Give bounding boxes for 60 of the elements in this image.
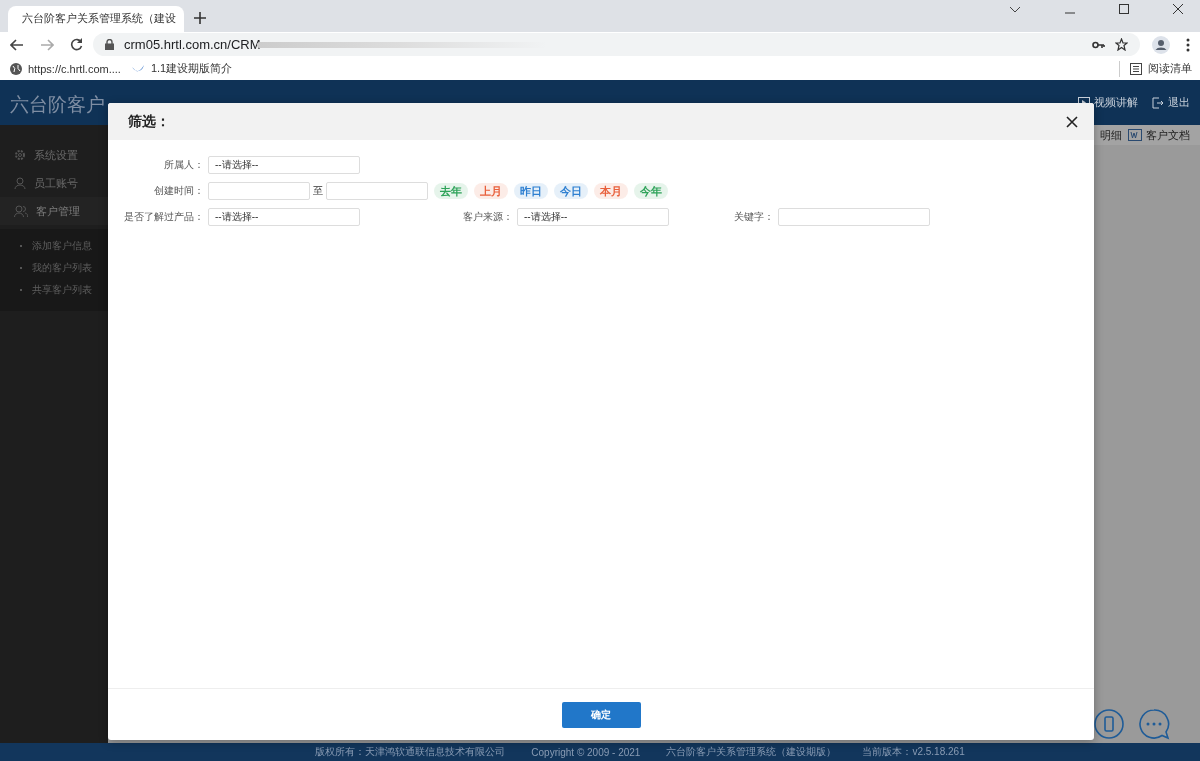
quick-date-chip[interactable]: 昨日 (514, 183, 548, 199)
owner-select[interactable]: --请选择-- (208, 156, 360, 174)
field-label: 是否了解过产品： (123, 210, 204, 224)
range-separator: 至 (313, 184, 323, 198)
reload-icon[interactable] (70, 38, 83, 51)
browser-tab[interactable]: 六台阶客户关系管理系统（建设 (8, 6, 184, 32)
quick-date-chip[interactable]: 今年 (634, 183, 668, 199)
bookmark[interactable]: https://c.hrtl.com.... (10, 62, 121, 75)
header-link[interactable]: 退出 (1152, 95, 1190, 110)
more-icon[interactable] (1186, 37, 1190, 52)
field-label: 创建时间： (153, 184, 204, 198)
footer-text: 六台阶客户关系管理系统（建设期版） (666, 745, 837, 759)
avatar-icon[interactable] (1152, 35, 1170, 54)
product-known-select[interactable]: --请选择-- (208, 208, 360, 226)
maximize-icon[interactable] (1119, 4, 1129, 14)
footer-text: Copyright © 2009 - 2021 (531, 746, 641, 758)
reading-list-button[interactable]: 阅读清单 (1130, 61, 1192, 76)
lock-icon (105, 39, 114, 50)
list-icon (1130, 62, 1142, 75)
field-label: 关键字： (733, 210, 774, 224)
key-icon[interactable] (1092, 40, 1105, 49)
footer-text: 版权所有：天津鸿软通联信息技术有限公司 (315, 745, 506, 759)
dialog-title: 筛选： (128, 112, 170, 131)
bookmark[interactable]: 1.1建设期版简介 (130, 61, 233, 76)
new-tab-icon[interactable] (194, 12, 206, 24)
sidebar-subitem[interactable]: 我的客户列表 (0, 257, 108, 279)
quick-date-chip[interactable]: 今日 (554, 183, 588, 199)
keyword-field[interactable] (778, 208, 930, 226)
sidebar-subitem[interactable]: 共享客户列表 (0, 279, 108, 301)
quick-date-chip[interactable]: 本月 (594, 183, 628, 199)
field-label: 客户来源： (462, 210, 513, 224)
users-icon (14, 205, 28, 217)
chat-icon[interactable] (1138, 708, 1170, 740)
star-icon[interactable] (1115, 38, 1128, 51)
app-title: 六台阶客户 (10, 93, 105, 117)
start-date-field[interactable] (208, 182, 310, 200)
back-icon[interactable] (10, 38, 24, 51)
user-icon (14, 177, 26, 189)
gear-icon (14, 149, 26, 161)
sidebar-item[interactable]: 员工账号 (0, 169, 108, 197)
field-label: 所属人： (163, 158, 204, 172)
quick-date-chip[interactable]: 去年 (434, 183, 468, 199)
document-icon (1128, 129, 1142, 141)
toolbar-button[interactable]: 客户文档 (1128, 127, 1190, 143)
quick-date-chip[interactable]: 上月 (474, 183, 508, 199)
footer-text: 当前版本：v2.5.18.261 (862, 745, 965, 759)
address-bar[interactable]: crm05.hrtl.com.cn/CRM (93, 33, 1140, 56)
toolbar-button[interactable]: 明细 (1100, 127, 1122, 143)
confirm-button[interactable]: 确定 (561, 701, 641, 728)
sidebar-subitem[interactable]: 添加客户信息 (0, 235, 108, 257)
tab-title: 六台阶客户关系管理系统（建设 (22, 12, 176, 26)
chevron-down-icon[interactable] (1009, 6, 1021, 14)
sidebar-item[interactable]: 系统设置 (0, 141, 108, 169)
phone-icon[interactable] (1094, 709, 1124, 739)
sidebar-item[interactable]: 客户管理 (0, 197, 108, 225)
close-icon[interactable] (1066, 115, 1078, 128)
exit-icon (1152, 96, 1164, 109)
end-date-field[interactable] (326, 182, 428, 200)
close-icon[interactable] (1173, 4, 1183, 14)
source-select[interactable]: --请选择-- (517, 208, 669, 226)
